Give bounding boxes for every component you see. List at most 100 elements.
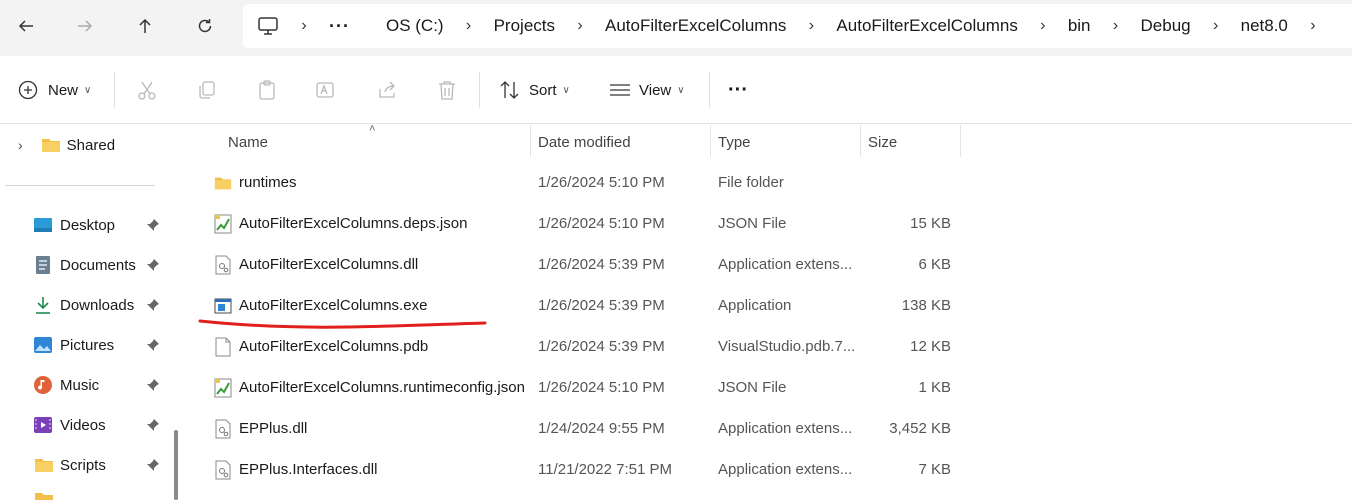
crumb-debug[interactable]: Debug xyxy=(1141,16,1191,36)
delete-button[interactable] xyxy=(436,56,458,124)
copy-button[interactable] xyxy=(196,56,218,124)
file-name: AutoFilterExcelColumns.deps.json xyxy=(239,215,468,232)
videos-icon xyxy=(34,416,52,434)
sidebar-item-label: Videos xyxy=(60,416,106,434)
refresh-button[interactable] xyxy=(187,10,223,42)
sidebar-item-videos[interactable]: Videos xyxy=(0,405,170,445)
computer-icon xyxy=(257,16,279,36)
sidebar-item-downloads[interactable]: Downloads xyxy=(0,285,170,325)
plus-circle-icon xyxy=(17,79,39,101)
sort-button[interactable]: Sort ∨ xyxy=(499,56,570,124)
file-name: AutoFilterExcelColumns.pdb xyxy=(239,338,429,355)
pin-icon[interactable] xyxy=(146,258,160,272)
file-row-epplus-dll[interactable]: EPPlus.dll 1/24/2024 9:55 PM Application… xyxy=(186,409,1352,450)
file-date: 1/26/2024 5:39 PM xyxy=(538,297,665,314)
file-date: 1/26/2024 5:10 PM xyxy=(538,215,665,232)
new-button[interactable]: New ∨ xyxy=(17,56,91,124)
cut-button[interactable] xyxy=(136,56,158,124)
column-separator[interactable] xyxy=(960,125,961,157)
file-size: 15 KB xyxy=(910,215,951,232)
sidebar-scrollbar[interactable] xyxy=(174,430,178,500)
pin-icon[interactable] xyxy=(146,338,160,352)
file-date: 1/26/2024 5:10 PM xyxy=(538,379,665,396)
sidebar-item-pictures[interactable]: Pictures xyxy=(0,325,170,365)
forward-button[interactable] xyxy=(67,10,103,42)
arrow-right-icon xyxy=(78,20,93,32)
chevron-right-icon: › xyxy=(577,17,583,34)
rename-button[interactable] xyxy=(315,56,337,124)
sort-ascending-icon: ˄ xyxy=(369,123,376,135)
folder-icon xyxy=(34,491,54,500)
crumb-solution[interactable]: AutoFilterExcelColumns xyxy=(605,16,786,36)
sidebar-item-desktop[interactable]: Desktop xyxy=(0,205,170,245)
file-icon xyxy=(215,337,231,357)
column-separator[interactable] xyxy=(530,125,531,157)
back-button[interactable] xyxy=(8,10,44,42)
up-button[interactable] xyxy=(127,10,163,42)
share-icon xyxy=(379,81,395,98)
file-size: 1 KB xyxy=(918,379,951,396)
arrow-left-icon xyxy=(18,20,33,32)
file-size: 7 KB xyxy=(918,461,951,478)
file-date: 1/26/2024 5:39 PM xyxy=(538,256,665,273)
pin-icon[interactable] xyxy=(146,218,160,232)
column-header-type[interactable]: Type xyxy=(718,125,751,159)
file-row-epplus-interfaces-dll[interactable]: EPPlus.Interfaces.dll 11/21/2022 7:51 PM… xyxy=(186,450,1352,491)
sort-icon xyxy=(500,81,519,99)
pin-icon[interactable] xyxy=(146,458,160,472)
address-row: › ··· OS (C:) › Projects › AutoFilterExc… xyxy=(0,0,1352,56)
pin-icon[interactable] xyxy=(146,378,160,392)
sidebar-item-label: Pictures xyxy=(60,336,115,354)
crumb-overflow-button[interactable]: ··· xyxy=(329,16,350,37)
file-row-dll[interactable]: AutoFilterExcelColumns.dll 1/26/2024 5:3… xyxy=(186,245,1352,286)
dll-file-icon xyxy=(215,255,231,275)
refresh-icon xyxy=(198,19,212,33)
paste-button[interactable] xyxy=(256,56,278,124)
pin-icon[interactable] xyxy=(146,418,160,432)
address-bar[interactable]: › ··· OS (C:) › Projects › AutoFilterExc… xyxy=(243,4,1352,48)
more-options-button[interactable]: ··· xyxy=(728,56,748,124)
chevron-right-icon[interactable]: › xyxy=(1306,17,1320,35)
column-separator[interactable] xyxy=(710,125,711,157)
chevron-right-icon: › xyxy=(465,17,472,34)
json-file-icon xyxy=(214,214,232,234)
divider xyxy=(114,72,115,108)
file-row-pdb[interactable]: AutoFilterExcelColumns.pdb 1/26/2024 5:3… xyxy=(186,327,1352,368)
sidebar-divider xyxy=(5,185,155,186)
share-button[interactable] xyxy=(376,56,398,124)
dll-file-icon xyxy=(215,460,231,480)
sidebar-item-label: Music xyxy=(60,376,100,394)
column-header-name[interactable]: Name xyxy=(228,125,268,159)
desktop-icon xyxy=(34,217,52,233)
crumb-os[interactable]: OS (C:) xyxy=(386,16,444,36)
sidebar-item-partial[interactable] xyxy=(0,485,170,500)
file-list: ˄ Name Date modified Type Size runtimes … xyxy=(186,123,1352,500)
new-label: New xyxy=(48,81,79,99)
crumb-project[interactable]: AutoFilterExcelColumns xyxy=(836,16,1017,36)
crumb-projects[interactable]: Projects xyxy=(494,16,555,36)
sidebar-item-documents[interactable]: Documents xyxy=(0,245,170,285)
crumb-bin[interactable]: bin xyxy=(1068,16,1091,36)
file-row-deps-json[interactable]: AutoFilterExcelColumns.deps.json 1/26/20… xyxy=(186,204,1352,245)
chevron-right-icon: › xyxy=(1040,17,1046,34)
crumb-net8[interactable]: net8.0 xyxy=(1241,16,1288,36)
sidebar-item-music[interactable]: Music xyxy=(0,365,170,405)
sidebar-item-shared[interactable]: › Shared xyxy=(0,125,170,165)
sidebar-item-scripts[interactable]: Scripts xyxy=(0,445,170,485)
column-separator[interactable] xyxy=(860,125,861,157)
folder-icon xyxy=(214,177,232,190)
clipboard-icon xyxy=(259,80,275,100)
chevron-right-icon[interactable]: › xyxy=(18,137,23,153)
file-row-runtimes[interactable]: runtimes 1/26/2024 5:10 PM File folder xyxy=(186,163,1352,204)
sidebar-item-label: Scripts xyxy=(60,456,106,474)
chevron-right-icon: › xyxy=(301,17,307,34)
column-header-size[interactable]: Size xyxy=(868,125,897,159)
pin-icon[interactable] xyxy=(146,298,160,312)
file-row-runtimeconfig-json[interactable]: AutoFilterExcelColumns.runtimeconfig.jso… xyxy=(186,368,1352,409)
sort-label: Sort xyxy=(529,81,557,99)
annotation-underline xyxy=(198,319,487,329)
column-header-date[interactable]: Date modified xyxy=(538,125,631,159)
chevron-down-icon: ∨ xyxy=(562,84,570,96)
arrow-up-icon xyxy=(139,18,151,33)
view-button[interactable]: View ∨ xyxy=(609,56,685,124)
